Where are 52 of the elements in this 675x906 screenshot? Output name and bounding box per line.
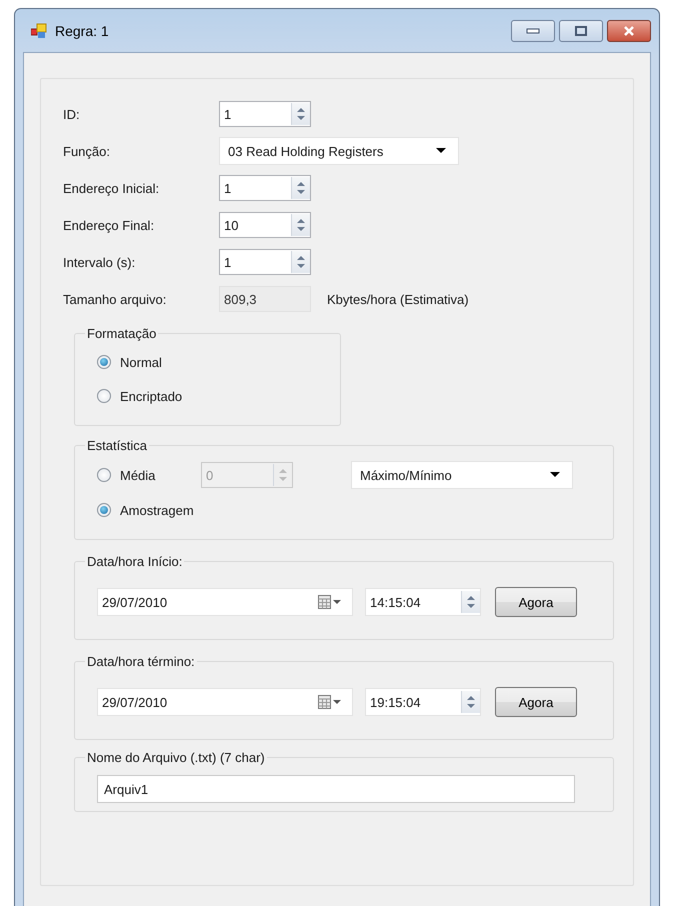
radio-label[interactable]: Encriptado (120, 388, 182, 404)
spin-buttons[interactable] (291, 103, 310, 125)
time-field[interactable]: 19:15:04 (365, 688, 481, 716)
dropdown[interactable]: 03 Read Holding Registers (219, 137, 459, 165)
caret-icon (436, 148, 446, 154)
spin-box[interactable]: 1 (219, 101, 311, 127)
field-label: Endereço Final: (63, 218, 156, 232)
group-title: Nome do Arquivo (.txt) (7 char) (86, 750, 266, 765)
spin-buttons[interactable] (291, 251, 310, 273)
radio-label[interactable]: Amostragem (120, 502, 194, 518)
date-picker[interactable]: 29/07/2010 (97, 688, 353, 716)
spin-buttons[interactable] (461, 591, 480, 613)
close-button[interactable] (607, 20, 651, 42)
radio-label[interactable]: Média (120, 468, 156, 482)
now-button[interactable]: Agora (495, 687, 577, 717)
radio-button[interactable] (97, 503, 111, 517)
filename-field[interactable]: Arquiv1 (97, 775, 575, 803)
calendar-icon[interactable] (318, 695, 342, 709)
group-title: Data/hora Início: (86, 554, 184, 569)
spin-box[interactable]: 10 (219, 212, 311, 238)
dropdown[interactable]: Máximo/Mínimo (351, 461, 573, 489)
minimize-button[interactable] (511, 20, 555, 42)
radio-button[interactable] (97, 468, 111, 482)
date-picker[interactable]: 29/07/2010 (97, 588, 353, 616)
group-title: Formatação (86, 326, 158, 341)
unit-label: Kbytes/hora (Estimativa) (327, 292, 469, 306)
radio-button[interactable] (97, 355, 111, 369)
spin-buttons[interactable] (461, 691, 480, 713)
spin-buttons[interactable] (291, 177, 310, 199)
field-label: Endereço Inicial: (63, 180, 160, 196)
group-title: Data/hora término: (86, 654, 196, 669)
maximize-button[interactable] (559, 20, 603, 42)
close-icon (623, 26, 635, 36)
calendar-icon[interactable] (318, 595, 342, 609)
minimize-icon (526, 28, 540, 34)
field-label: ID: (63, 106, 81, 122)
window-title: Regra: 1 (55, 22, 109, 38)
now-button[interactable]: Agora (495, 587, 577, 617)
spin-box[interactable]: 1 (219, 175, 311, 201)
caret-icon (550, 472, 560, 478)
spin-box[interactable]: 1 (219, 249, 311, 275)
field-label: Intervalo (s): (63, 254, 136, 270)
readonly-field: 809,3 (219, 286, 311, 312)
field-label: Tamanho arquivo: (63, 292, 168, 306)
maximize-icon (575, 26, 587, 36)
app-icon (31, 22, 47, 38)
time-field[interactable]: 14:15:04 (365, 588, 481, 616)
spin-buttons[interactable] (291, 214, 310, 236)
radio-button[interactable] (97, 389, 111, 403)
group-title: Estatística (86, 438, 148, 453)
field-label: Função: (63, 144, 111, 158)
radio-label[interactable]: Normal (120, 354, 162, 370)
